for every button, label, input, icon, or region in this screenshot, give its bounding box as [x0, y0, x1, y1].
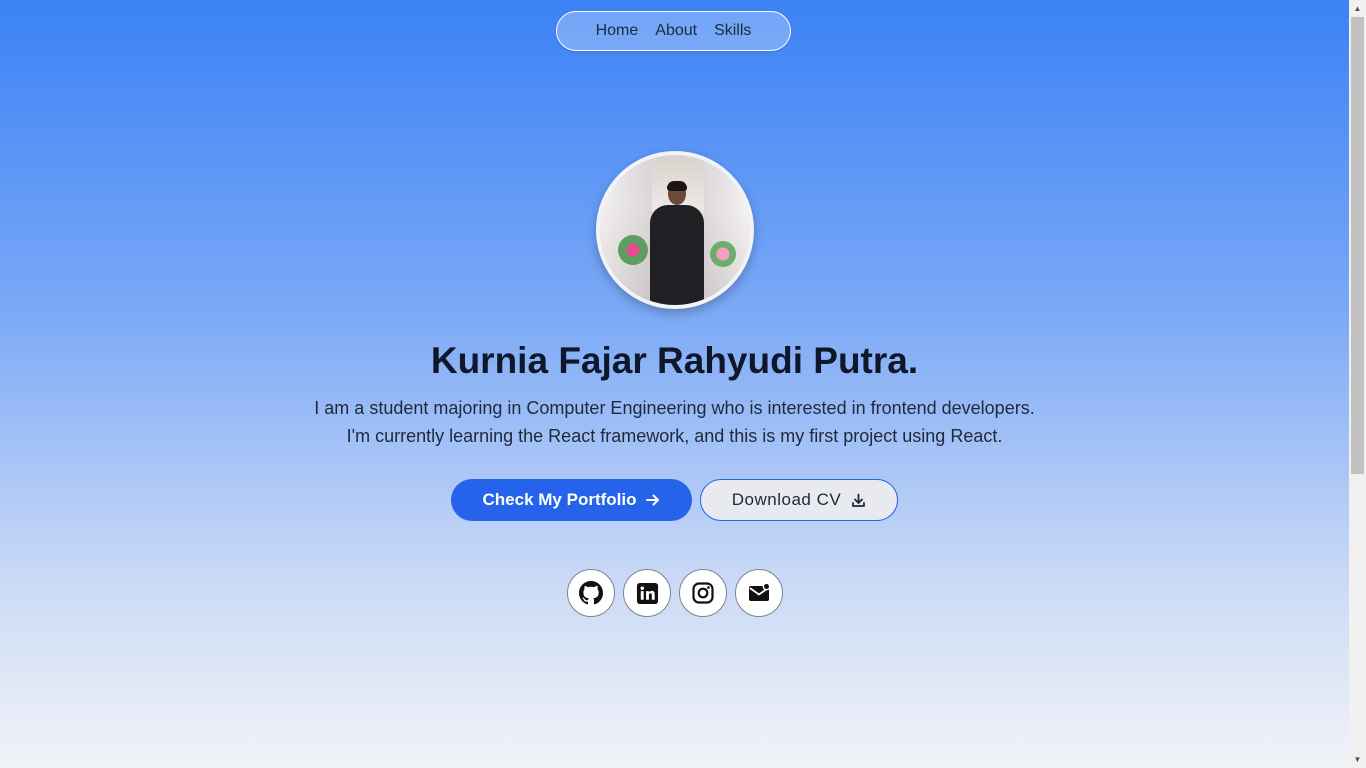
mail-icon	[749, 582, 771, 601]
instagram-icon	[692, 582, 714, 604]
nav-skills-link[interactable]: Skills	[714, 22, 751, 40]
nav-about-link[interactable]: About	[655, 22, 697, 40]
social-links	[567, 569, 783, 617]
check-portfolio-label: Check My Portfolio	[482, 490, 637, 509]
scroll-up-arrow-icon[interactable]: ▲	[1349, 0, 1366, 17]
profile-photo	[596, 151, 754, 309]
linkedin-link[interactable]	[623, 569, 671, 617]
scrollbar-thumb[interactable]	[1351, 17, 1364, 474]
instagram-link[interactable]	[679, 569, 727, 617]
vertical-scrollbar[interactable]: ▲ ▼	[1349, 0, 1366, 768]
bio-line-1: I am a student majoring in Computer Engi…	[314, 398, 1035, 418]
download-cv-button[interactable]: Download CV	[700, 479, 898, 521]
bio-line-2: I'm currently learning the React framewo…	[346, 426, 1003, 446]
hero-page: Home About Skills Kurnia Fajar Rahyudi P…	[0, 0, 1349, 768]
linkedin-icon	[636, 582, 658, 604]
arrow-right-icon	[646, 494, 660, 506]
scroll-down-arrow-icon[interactable]: ▼	[1349, 751, 1366, 768]
profile-bio: I am a student majoring in Computer Engi…	[0, 394, 1349, 450]
download-icon	[852, 493, 866, 507]
github-icon	[579, 581, 603, 605]
nav-home-link[interactable]: Home	[596, 22, 639, 40]
download-cv-label: Download CV	[731, 490, 842, 509]
email-link[interactable]	[735, 569, 783, 617]
github-link[interactable]	[567, 569, 615, 617]
profile-name: Kurnia Fajar Rahyudi Putra.	[430, 340, 919, 381]
check-portfolio-button[interactable]: Check My Portfolio	[451, 479, 692, 521]
top-nav: Home About Skills	[556, 11, 791, 51]
